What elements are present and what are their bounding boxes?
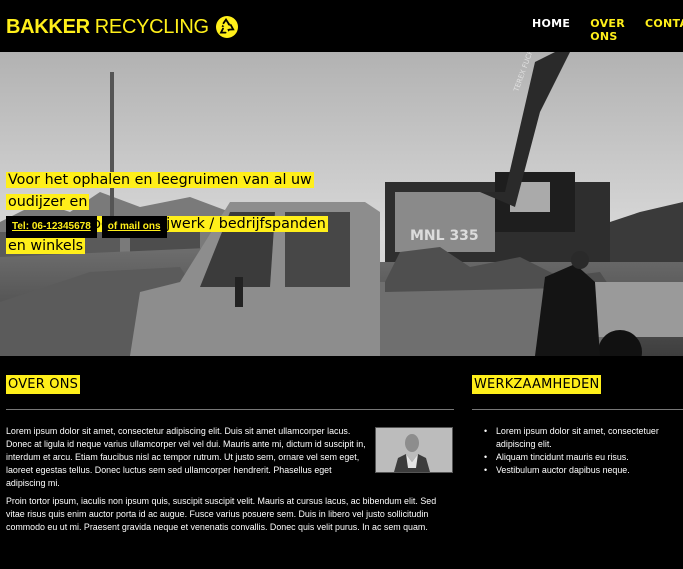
crane-number-text: MNL 335 (410, 228, 479, 244)
logo[interactable]: BAKKER RECYCLING (6, 13, 239, 41)
about-paragraph-1: Lorem ipsum dolor sit amet, consectetur … (6, 426, 366, 488)
recycle-icon (215, 16, 238, 38)
about-divider (6, 409, 454, 410)
avatar (375, 427, 453, 473)
logo-name-bold: BAKKER (6, 15, 90, 38)
nav-contact[interactable]: CONTACT (645, 17, 683, 43)
nav-over-ons[interactable]: OVER ONS (590, 17, 625, 43)
phone-button[interactable]: Tel: 06-12345678 (6, 216, 97, 238)
work-list: Lorem ipsum dolor sit amet, consectetuer… (482, 425, 682, 477)
hero-banner: MNL 335 TEREX FUCHS Voor het ophalen en … (0, 52, 683, 356)
about-title: OVER ONS (6, 375, 81, 394)
list-item: Lorem ipsum dolor sit amet, consectetuer… (482, 425, 682, 451)
about-paragraph-2: Proin tortor ipsum, iaculis non ipsum qu… (6, 496, 437, 532)
list-item: Vestibulum auctor dapibus neque. (482, 464, 682, 477)
main-nav: HOME OVER ONS CONTACT (532, 17, 683, 43)
person-photo (376, 428, 452, 472)
hero-headline-line1: Voor het ophalen en leegruimen van al uw… (6, 172, 314, 210)
work-title: WERKZAAMHEDEN (472, 375, 602, 394)
list-item: Aliquam tincidunt mauris eu risus. (482, 451, 682, 464)
hero-cta-group: Tel: 06-12345678 of mail ons (6, 216, 167, 238)
mail-button[interactable]: of mail ons (101, 216, 167, 238)
hero-headline: Voor het ophalen en leegruimen van al uw… (6, 169, 346, 257)
nav-home[interactable]: HOME (532, 17, 570, 43)
logo-name-light: RECYCLING (94, 15, 209, 38)
site-header: BAKKER RECYCLING HOME OVER ONS CONTACT (0, 0, 683, 52)
work-divider (472, 409, 683, 410)
